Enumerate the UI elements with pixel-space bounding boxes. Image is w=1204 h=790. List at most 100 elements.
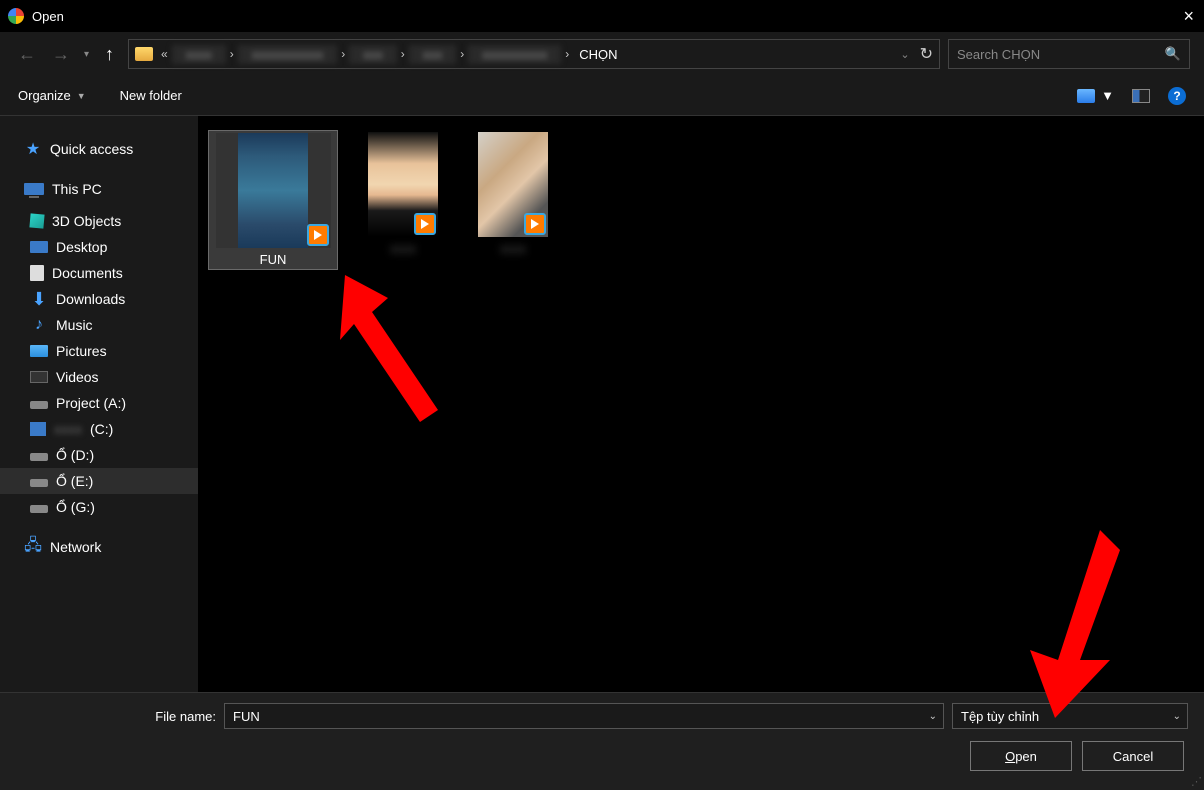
sidebar-item-downloads[interactable]: ⬇ Downloads xyxy=(0,286,198,312)
video-play-badge-icon xyxy=(414,213,436,235)
sidebar-item-pictures[interactable]: Pictures xyxy=(0,338,198,364)
sidebar-item-label: Ổ (E:) xyxy=(56,473,93,489)
desktop-icon xyxy=(30,241,48,253)
sidebar-item-label: Desktop xyxy=(56,239,107,255)
sidebar-this-pc[interactable]: This PC xyxy=(0,176,198,202)
search-icon: 🔍 xyxy=(1165,46,1181,62)
sidebar-item-label: 3D Objects xyxy=(52,213,121,229)
nav-history-dropdown-icon[interactable]: ▾ xyxy=(84,49,89,60)
breadcrumb-item-hidden[interactable]: xxxxxxxxxxx xyxy=(238,45,338,64)
preview-pane-icon[interactable] xyxy=(1132,89,1150,103)
view-icon[interactable] xyxy=(1077,89,1095,103)
video-play-badge-icon xyxy=(307,224,329,246)
filename-input[interactable]: FUN ⌄ xyxy=(224,703,944,729)
folder-icon xyxy=(135,47,153,61)
address-dropdown-icon[interactable]: ⌄ xyxy=(900,48,909,61)
file-thumbnail xyxy=(478,132,548,237)
organize-label: Organize xyxy=(18,88,71,103)
cancel-label: Cancel xyxy=(1113,749,1153,764)
sidebar-item-drive-d[interactable]: Ổ (D:) xyxy=(0,442,198,468)
nav-forward-icon: → xyxy=(48,44,74,65)
help-icon[interactable]: ? xyxy=(1168,87,1186,105)
breadcrumb-item-hidden[interactable]: xxxxxxxxxx xyxy=(468,45,561,64)
breadcrumb-item-hidden[interactable]: xxxx xyxy=(172,45,226,64)
sidebar-item-label: (C:) xyxy=(90,421,113,437)
file-item-fun[interactable]: FUN xyxy=(208,130,338,270)
sidebar-item-label: Project (A:) xyxy=(56,395,126,411)
sidebar-item-label: Music xyxy=(56,317,93,333)
nav-back-icon[interactable]: ← xyxy=(14,44,40,65)
dialog-footer: File name: FUN ⌄ Tệp tùy chỉnh ⌄ Open Ca… xyxy=(0,692,1204,790)
windows-drive-icon xyxy=(30,422,46,436)
sidebar-item-label: Network xyxy=(50,539,101,555)
document-icon xyxy=(30,265,44,281)
chevron-right-icon: › xyxy=(401,47,405,61)
drive-icon xyxy=(30,401,48,409)
chevron-down-icon[interactable]: ▼ xyxy=(1101,88,1114,103)
chrome-icon xyxy=(8,8,24,24)
chevron-right-icon: › xyxy=(341,47,345,61)
chevron-right-icon: › xyxy=(565,47,569,61)
sidebar-item-label: Quick access xyxy=(50,141,133,157)
sidebar-item-drive-e[interactable]: Ổ (E:) xyxy=(0,468,198,494)
breadcrumb-item-hidden[interactable]: xxx xyxy=(349,45,397,64)
sidebar-item-desktop[interactable]: Desktop xyxy=(0,234,198,260)
chevron-down-icon[interactable]: ⌄ xyxy=(1173,711,1181,722)
sidebar-item-videos[interactable]: Videos xyxy=(0,364,198,390)
videos-icon xyxy=(30,371,48,383)
organize-button[interactable]: Organize ▼ xyxy=(18,88,86,103)
filename-value: FUN xyxy=(233,709,260,724)
filetype-select[interactable]: Tệp tùy chỉnh ⌄ xyxy=(952,703,1188,729)
nav-row: ← → ▾ ↑ « xxxx › xxxxxxxxxxx › xxx › xxx… xyxy=(0,32,1204,76)
close-icon[interactable]: × xyxy=(1183,6,1194,27)
toolbar: Organize ▼ New folder ▼ ? xyxy=(0,76,1204,116)
sidebar-item-documents[interactable]: Documents xyxy=(0,260,198,286)
sidebar-network[interactable]: 🖧 Network xyxy=(0,534,198,560)
file-item[interactable]: xxxx xyxy=(468,130,558,258)
file-item[interactable]: xxxx xyxy=(358,130,448,258)
thumbnail-image xyxy=(238,133,308,248)
search-placeholder: Search CHỌN xyxy=(957,47,1040,62)
sidebar-item-music[interactable]: ♪ Music xyxy=(0,312,198,338)
new-folder-button[interactable]: New folder xyxy=(120,88,182,103)
cancel-button[interactable]: Cancel xyxy=(1082,741,1184,771)
cube-icon xyxy=(29,213,44,228)
address-bar[interactable]: « xxxx › xxxxxxxxxxx › xxx › xxx › xxxxx… xyxy=(128,39,940,69)
filename-label: File name: xyxy=(16,709,216,724)
star-icon: ★ xyxy=(24,141,42,157)
nav-up-icon[interactable]: ↑ xyxy=(99,44,120,65)
refresh-icon[interactable]: ↻ xyxy=(920,44,933,64)
sidebar-item-label: Videos xyxy=(56,369,99,385)
sidebar-item-label-hidden: xxxx xyxy=(54,421,82,437)
window-title: Open xyxy=(32,9,64,24)
sidebar-item-drive-a[interactable]: Project (A:) xyxy=(0,390,198,416)
breadcrumb-item-hidden[interactable]: xxx xyxy=(409,45,457,64)
file-list[interactable]: FUN xxxx xxxx xyxy=(198,116,1204,692)
sidebar-item-label: This PC xyxy=(52,181,102,197)
title-bar: Open × xyxy=(0,0,1204,32)
chevron-down-icon[interactable]: ⌄ xyxy=(929,711,937,722)
drive-icon xyxy=(30,479,48,487)
new-folder-label: New folder xyxy=(120,88,182,103)
sidebar-item-label: Ổ (D:) xyxy=(56,447,94,463)
download-icon: ⬇ xyxy=(30,291,48,307)
sidebar-item-label: Documents xyxy=(52,265,123,281)
sidebar-item-label: Downloads xyxy=(56,291,125,307)
breadcrumb-overflow-icon[interactable]: « xyxy=(161,47,168,61)
file-thumbnail xyxy=(216,133,331,248)
resize-grip-icon[interactable]: ⋰ xyxy=(1191,775,1202,788)
sidebar-item-3d-objects[interactable]: 3D Objects xyxy=(0,208,198,234)
main-area: ★ Quick access This PC 3D Objects Deskto… xyxy=(0,116,1204,692)
sidebar-item-label: Ổ (G:) xyxy=(56,499,95,515)
open-label: Open xyxy=(1005,749,1037,764)
pc-icon xyxy=(24,183,44,195)
music-icon: ♪ xyxy=(30,317,48,333)
sidebar-item-drive-g[interactable]: Ổ (G:) xyxy=(0,494,198,520)
file-name-hidden: xxxx xyxy=(470,241,556,256)
open-button[interactable]: Open xyxy=(970,741,1072,771)
sidebar-item-drive-c[interactable]: xxxx (C:) xyxy=(0,416,198,442)
search-input[interactable]: Search CHỌN 🔍 xyxy=(948,39,1190,69)
breadcrumb-current[interactable]: CHỌN xyxy=(573,45,623,64)
network-icon: 🖧 xyxy=(24,539,42,555)
sidebar-quick-access[interactable]: ★ Quick access xyxy=(0,136,198,162)
